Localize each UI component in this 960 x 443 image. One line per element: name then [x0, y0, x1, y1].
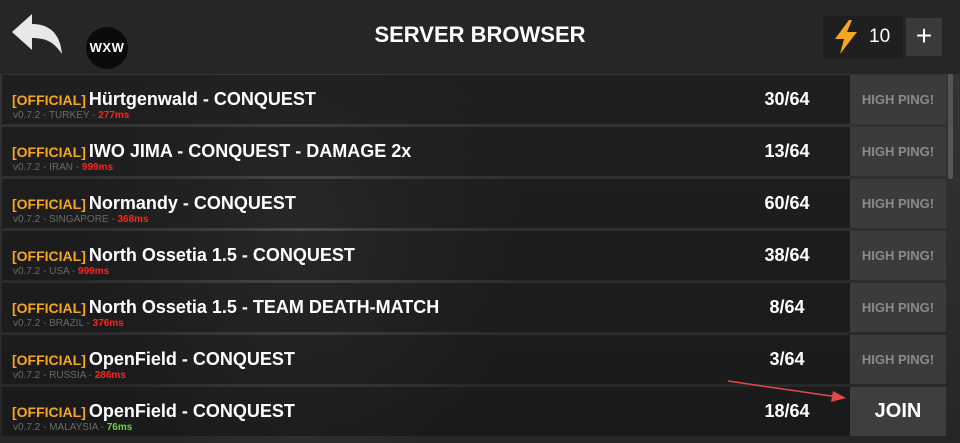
server-meta: v0.7.2 - TURKEY - 277ms: [13, 110, 129, 121]
server-name: IWO JIMA - CONQUEST - DAMAGE 2x: [88, 141, 412, 161]
official-tag: [OFFICIAL]: [12, 352, 86, 368]
server-row[interactable]: [OFFICIAL] North Ossetia 1.5 - TEAM DEATH…: [2, 283, 946, 332]
server-version-region: v0.7.2 - MALAYSIA -: [13, 422, 107, 433]
server-name: Hürtgenwald - CONQUEST: [88, 89, 316, 109]
server-list: [OFFICIAL] Hürtgenwald - CONQUEST v0.7.2 …: [0, 74, 960, 443]
back-arrow-icon: [12, 14, 62, 54]
high-ping-label: HIGH PING!: [850, 75, 946, 124]
official-tag: [OFFICIAL]: [12, 404, 86, 420]
server-name: OpenField - CONQUEST: [88, 349, 295, 369]
official-tag: [OFFICIAL]: [12, 144, 86, 160]
official-tag: [OFFICIAL]: [12, 248, 86, 264]
back-button[interactable]: [8, 10, 66, 62]
official-tag: [OFFICIAL]: [12, 92, 86, 108]
server-title: [OFFICIAL] North Ossetia 1.5 - TEAM DEATH…: [12, 297, 439, 318]
server-meta: v0.7.2 - RUSSIA - 286ms: [13, 370, 126, 381]
ping-value: 999ms: [78, 266, 110, 277]
player-count: 38/64: [764, 245, 810, 265]
ping-value: 999ms: [81, 162, 114, 173]
server-name: Normandy - CONQUEST: [88, 193, 296, 213]
lightning-bolt-icon: [835, 20, 857, 54]
high-ping-label: HIGH PING!: [850, 231, 946, 280]
ping-value: 277ms: [98, 110, 130, 121]
official-tag: [OFFICIAL]: [12, 300, 86, 316]
player-count: 30/64: [764, 89, 810, 109]
scrollbar[interactable]: [948, 74, 953, 179]
ping-value: 368ms: [117, 214, 149, 225]
page-title: SERVER BROWSER: [374, 22, 586, 47]
server-title: [OFFICIAL] IWO JIMA - CONQUEST - DAMAGE 2…: [12, 141, 411, 162]
server-version-region: v0.7.2 - RUSSIA -: [13, 370, 95, 381]
high-ping-label: HIGH PING!: [850, 127, 946, 176]
player-count: 18/64: [764, 401, 810, 421]
server-title: [OFFICIAL] Normandy - CONQUEST: [12, 193, 296, 214]
server-meta: v0.7.2 - IRAN - 999ms: [13, 162, 113, 173]
player-count: 8/64: [769, 297, 805, 317]
avatar[interactable]: WXW: [86, 27, 128, 69]
player-count: 13/64: [764, 141, 810, 161]
ping-value: 376ms: [92, 318, 124, 329]
player-count: 60/64: [764, 193, 810, 213]
server-meta: v0.7.2 - MALAYSIA - 76ms: [13, 422, 132, 433]
server-title: [OFFICIAL] North Ossetia 1.5 - CONQUEST: [12, 245, 355, 266]
server-name: OpenField - CONQUEST: [88, 401, 295, 421]
ping-value: 76ms: [106, 422, 133, 433]
high-ping-label: HIGH PING!: [850, 283, 946, 332]
server-title: [OFFICIAL] OpenField - CONQUEST: [12, 401, 295, 422]
server-version-region: v0.7.2 - SINGAPORE -: [13, 214, 118, 225]
high-ping-label: HIGH PING!: [850, 335, 946, 384]
server-browser-screen: WXW SERVER BROWSER 10 + [OFFICIAL] Hürtge…: [0, 0, 960, 443]
server-title: [OFFICIAL] OpenField - CONQUEST: [12, 349, 295, 370]
server-row[interactable]: [OFFICIAL] Hürtgenwald - CONQUEST v0.7.2 …: [2, 75, 946, 124]
energy-count: 10: [869, 26, 891, 47]
server-row[interactable]: [OFFICIAL] OpenField - CONQUEST v0.7.2 - …: [2, 335, 946, 384]
server-row[interactable]: [OFFICIAL] Normandy - CONQUEST v0.7.2 - S…: [2, 179, 946, 228]
server-title: [OFFICIAL] Hürtgenwald - CONQUEST: [12, 89, 316, 110]
server-meta: v0.7.2 - USA - 999ms: [13, 266, 109, 277]
official-tag: [OFFICIAL]: [12, 196, 86, 212]
server-row[interactable]: [OFFICIAL] IWO JIMA - CONQUEST - DAMAGE 2…: [2, 127, 946, 176]
add-energy-button[interactable]: +: [906, 18, 942, 56]
server-meta: v0.7.2 - SINGAPORE - 368ms: [13, 214, 149, 225]
player-count: 3/64: [769, 349, 805, 369]
server-name: North Ossetia 1.5 - TEAM DEATH-MATCH: [88, 297, 440, 317]
join-button[interactable]: JOIN: [850, 387, 946, 436]
server-row[interactable]: [OFFICIAL] OpenField - CONQUEST v0.7.2 - …: [2, 387, 946, 436]
high-ping-label: HIGH PING!: [850, 179, 946, 228]
server-version-region: v0.7.2 - TURKEY -: [13, 110, 99, 121]
server-name: North Ossetia 1.5 - CONQUEST: [88, 245, 355, 265]
server-row[interactable]: [OFFICIAL] North Ossetia 1.5 - CONQUEST v…: [2, 231, 946, 280]
energy-counter: 10: [823, 16, 903, 58]
server-version-region: v0.7.2 - USA -: [13, 266, 79, 277]
ping-value: 286ms: [94, 370, 126, 381]
server-meta: v0.7.2 - BRAZIL - 376ms: [13, 318, 124, 329]
header-bar: WXW SERVER BROWSER 10 +: [0, 0, 960, 74]
server-version-region: v0.7.2 - IRAN -: [13, 162, 82, 173]
server-version-region: v0.7.2 - BRAZIL -: [13, 318, 93, 329]
